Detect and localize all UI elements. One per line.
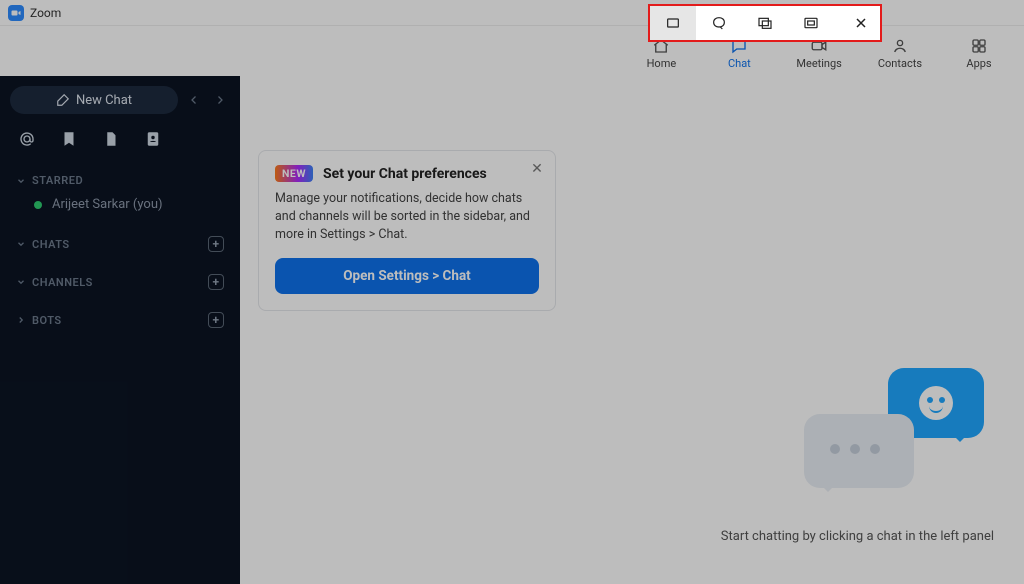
- section-bots: BOTS +: [10, 308, 230, 332]
- section-bots-header[interactable]: BOTS +: [10, 308, 230, 332]
- pref-card-body: Manage your notifications, decide how ch…: [275, 190, 539, 244]
- section-starred: STARRED Arijeet Sarkar (you): [10, 170, 230, 218]
- new-chat-row: New Chat: [10, 86, 230, 114]
- chat-preferences-card: ✕ NEW Set your Chat preferences Manage y…: [258, 150, 556, 311]
- nav-apps[interactable]: Apps: [958, 37, 1000, 70]
- sidebar-quick-icons: [10, 114, 230, 156]
- snip-freeform-button[interactable]: [696, 6, 742, 40]
- add-chat-button[interactable]: +: [208, 236, 224, 252]
- speech-bubble-gray-icon: [804, 414, 914, 488]
- section-starred-header[interactable]: STARRED: [10, 170, 230, 191]
- nav-meetings[interactable]: Meetings: [796, 37, 841, 70]
- section-chats-label: CHATS: [32, 238, 70, 251]
- app-root: Zoom Home Chat Meetings Contacts Apps: [0, 0, 1024, 584]
- starred-self-item[interactable]: Arijeet Sarkar (you): [10, 191, 230, 218]
- new-chat-label: New Chat: [76, 93, 132, 108]
- empty-chat-illustration: [804, 368, 984, 488]
- add-channel-button[interactable]: +: [208, 274, 224, 290]
- snip-window-button[interactable]: [742, 6, 788, 40]
- pref-card-close-button[interactable]: ✕: [529, 161, 545, 177]
- bookmarks-icon[interactable]: [60, 130, 78, 148]
- section-starred-label: STARRED: [32, 174, 83, 187]
- mentions-icon[interactable]: [18, 130, 36, 148]
- add-bot-button[interactable]: +: [208, 312, 224, 328]
- files-icon[interactable]: [102, 130, 120, 148]
- section-chats-header[interactable]: CHATS +: [10, 232, 230, 256]
- snip-fullscreen-button[interactable]: [788, 6, 834, 40]
- contact-requests-icon[interactable]: [144, 130, 162, 148]
- nav-chat-label: Chat: [728, 57, 751, 70]
- open-chat-settings-button[interactable]: Open Settings > Chat: [275, 258, 539, 294]
- new-badge: NEW: [275, 165, 313, 182]
- empty-state-text: Start chatting by clicking a chat in the…: [721, 529, 994, 544]
- chat-history-prev-icon[interactable]: [184, 90, 204, 110]
- section-channels: CHANNELS +: [10, 270, 230, 294]
- nav-home-label: Home: [647, 57, 677, 70]
- nav-contacts[interactable]: Contacts: [878, 37, 922, 70]
- nav-chat[interactable]: Chat: [718, 37, 760, 70]
- zoom-logo-icon: [8, 5, 24, 21]
- snip-close-button[interactable]: [838, 6, 884, 40]
- new-chat-button[interactable]: New Chat: [10, 86, 178, 114]
- pref-card-title: Set your Chat preferences: [323, 166, 487, 182]
- nav-apps-label: Apps: [966, 57, 991, 70]
- section-channels-header[interactable]: CHANNELS +: [10, 270, 230, 294]
- chat-history-next-icon[interactable]: [210, 90, 230, 110]
- nav-home[interactable]: Home: [640, 37, 682, 70]
- presence-online-icon: [34, 201, 42, 209]
- starred-self-name: Arijeet Sarkar (you): [52, 197, 163, 212]
- snip-rectangular-button[interactable]: [650, 6, 696, 40]
- snip-toolbar: [650, 6, 880, 40]
- window-title: Zoom: [30, 6, 61, 20]
- section-channels-label: CHANNELS: [32, 276, 93, 289]
- chat-sidebar: New Chat: [0, 76, 240, 584]
- nav-meetings-label: Meetings: [796, 57, 841, 70]
- section-chats: CHATS +: [10, 232, 230, 256]
- section-bots-label: BOTS: [32, 314, 62, 327]
- main-pane: ✕ NEW Set your Chat preferences Manage y…: [240, 76, 1024, 584]
- smiley-face-icon: [919, 386, 953, 420]
- nav-contacts-label: Contacts: [878, 57, 922, 70]
